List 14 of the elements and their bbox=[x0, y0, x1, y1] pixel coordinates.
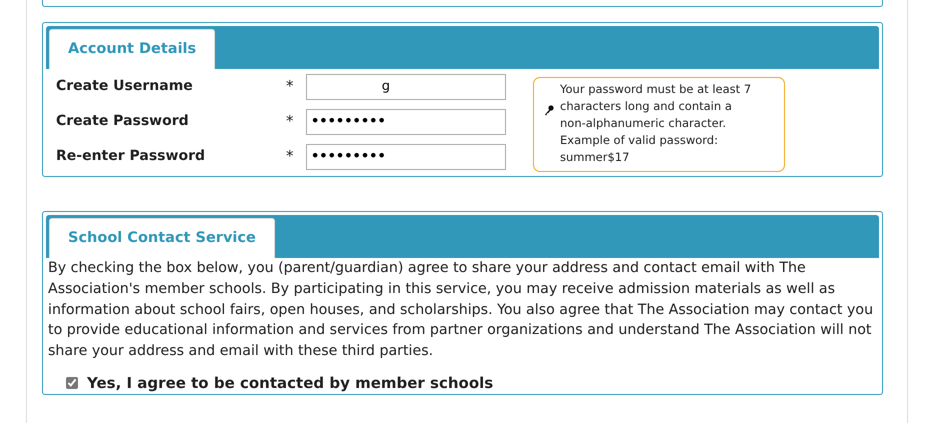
consent-text: By checking the box below, you (parent/guardian) agree to share your address and contact email with The Association's member schools. By participating in this service, you may receive admission materials as well as information about school fairs, open houses, and scholarships. You also agree that The Association may contact you to provide educational information and services from partner organizations and understand The Association will not share your address and email with these third parties. bbox=[47, 259, 874, 362]
checkbox-label: Yes, I agree to be contacted by member schools bbox=[87, 372, 494, 394]
required-mark: * bbox=[286, 111, 294, 132]
consent-checkbox[interactable] bbox=[66, 377, 78, 390]
password-field[interactable]: ••••••••• bbox=[306, 108, 506, 134]
required-mark: * bbox=[286, 76, 294, 98]
field-label: Create Password bbox=[55, 112, 190, 131]
required-mark: * bbox=[286, 146, 294, 168]
password-field[interactable]: ••••••••• bbox=[306, 144, 506, 170]
field-label: Re-enter Password bbox=[55, 147, 206, 166]
hint-text: Your password must be at least 7 characters long and contain a non-alphanumeric character. Example of valid password: summer$17 bbox=[560, 81, 752, 166]
username-field[interactable]: g bbox=[306, 74, 506, 100]
field-label: Create Username bbox=[55, 77, 194, 96]
key-icon bbox=[544, 105, 554, 116]
